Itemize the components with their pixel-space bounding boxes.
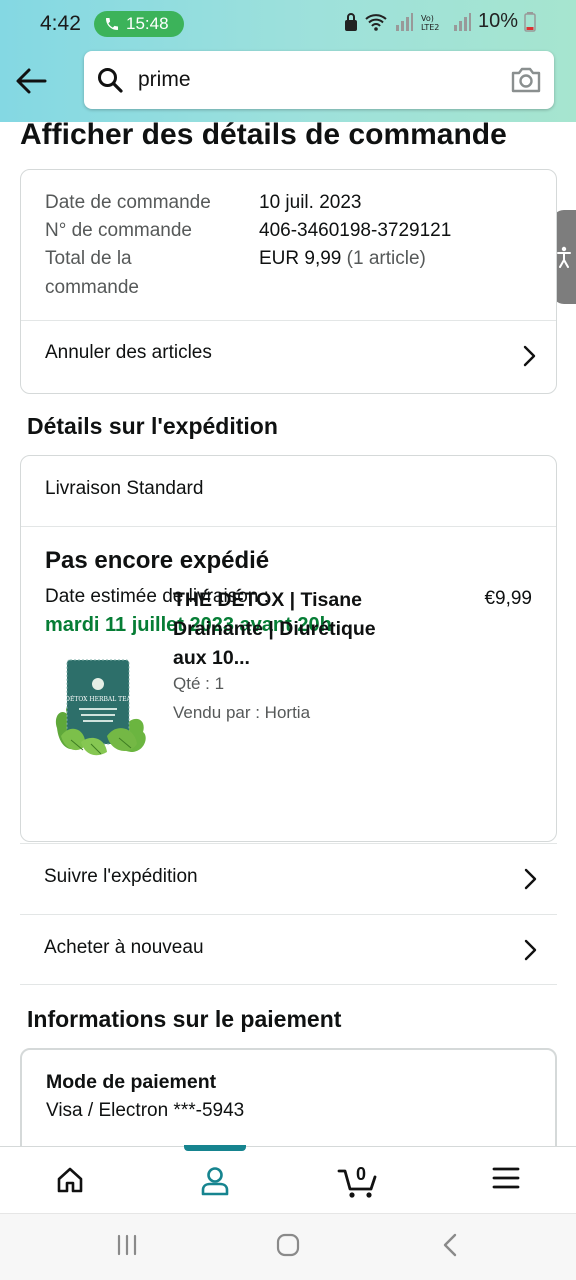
product-quantity: Qté : 1 [173,674,225,693]
order-total-value: EUR 9,99 (1 article) [259,248,426,270]
order-date-value: 10 juil. 2023 [259,192,362,213]
payment-method-value: Visa / Electron ***-5943 [46,1100,245,1121]
product-image-text: DÉTOX HERBAL TEA [65,695,131,703]
camera-icon[interactable] [510,65,542,95]
nav-home[interactable] [30,1147,110,1214]
order-summary-card: Date de commande 10 juil. 2023 N° de com… [20,169,557,394]
cancel-items-label: Annuler des articles [45,342,212,363]
product-price: €9,99 [484,588,532,609]
product-title[interactable]: THÉ DÉTOX | Tisane Drainante | Diurétiqu… [173,586,413,673]
status-bar: 4:42 15:48 Vo) LTE2 10% [0,0,576,46]
bottom-navigation: 0 [0,1145,576,1214]
cart-count: 0 [356,1164,367,1184]
back-button-icon[interactable] [438,1232,464,1258]
app-header: 4:42 15:48 Vo) LTE2 10% [0,0,576,122]
shipping-section-title: Détails sur l'expédition [27,413,278,439]
chevron-right-icon [524,939,537,961]
nav-account[interactable] [175,1147,255,1214]
battery-percent: 10% [477,10,518,32]
phone-icon [106,18,118,30]
back-arrow-icon[interactable] [14,64,48,98]
shipment-card: Livraison Standard Pas encore expédié Da… [20,455,557,842]
volte-label: Vo) [421,14,434,23]
order-total-label-line2: commande [45,277,139,298]
order-number-value: 406-3460198-3729121 [259,220,452,241]
order-total-items: (1 article) [346,248,426,269]
status-icons: Vo) LTE2 10% [344,10,536,33]
battery-icon [524,11,536,32]
nav-menu[interactable] [466,1147,546,1214]
search-input[interactable] [138,63,478,97]
accessibility-icon [557,246,571,268]
signal-icon-2 [453,12,471,31]
track-shipment-row[interactable]: Suivre l'expédition [20,843,557,914]
chevron-right-icon [524,868,537,890]
search-bar[interactable] [84,51,554,109]
chevron-right-icon [523,345,536,367]
buy-again-label: Acheter à nouveau [44,937,204,958]
product-seller: Vendu par : Hortia [173,703,311,722]
wifi-icon [365,13,387,31]
order-number-label: N° de commande [45,220,192,241]
buy-again-row[interactable]: Acheter à nouveau [20,914,557,985]
recent-apps-icon[interactable] [114,1232,140,1258]
payment-method-heading: Mode de paiement [46,1071,217,1093]
track-shipment-label: Suivre l'expédition [44,866,198,887]
status-time: 4:42 [40,12,81,35]
payment-section-title: Informations sur le paiement [27,1006,342,1032]
lte-label: LTE2 [421,23,439,32]
account-icon [201,1167,229,1196]
order-total-amount: EUR 9,99 [259,248,342,269]
page-title: Afficher des détails de commande [20,118,507,151]
signal-icon [395,12,413,31]
product-image[interactable]: DÉTOX HERBAL TEA [51,656,149,760]
volte-icon: Vo)LTE2 [421,14,439,32]
order-total-label-line1: Total de la [45,248,132,269]
cancel-items-row[interactable]: Annuler des articles [21,321,556,393]
system-navigation-bar [0,1213,576,1280]
home-button-icon[interactable] [275,1232,301,1258]
lock-icon [344,12,357,31]
product-item[interactable]: DÉTOX HERBAL TEA THÉ DÉTOX | Tisane Drai… [21,526,556,826]
home-icon [57,1167,83,1193]
search-icon [98,68,123,93]
menu-icon [492,1167,520,1189]
order-date-label: Date de commande [45,192,211,213]
call-timer: 15:48 [126,14,169,33]
ongoing-call-pill[interactable]: 15:48 [94,11,184,37]
shipping-method: Livraison Standard [45,478,204,499]
